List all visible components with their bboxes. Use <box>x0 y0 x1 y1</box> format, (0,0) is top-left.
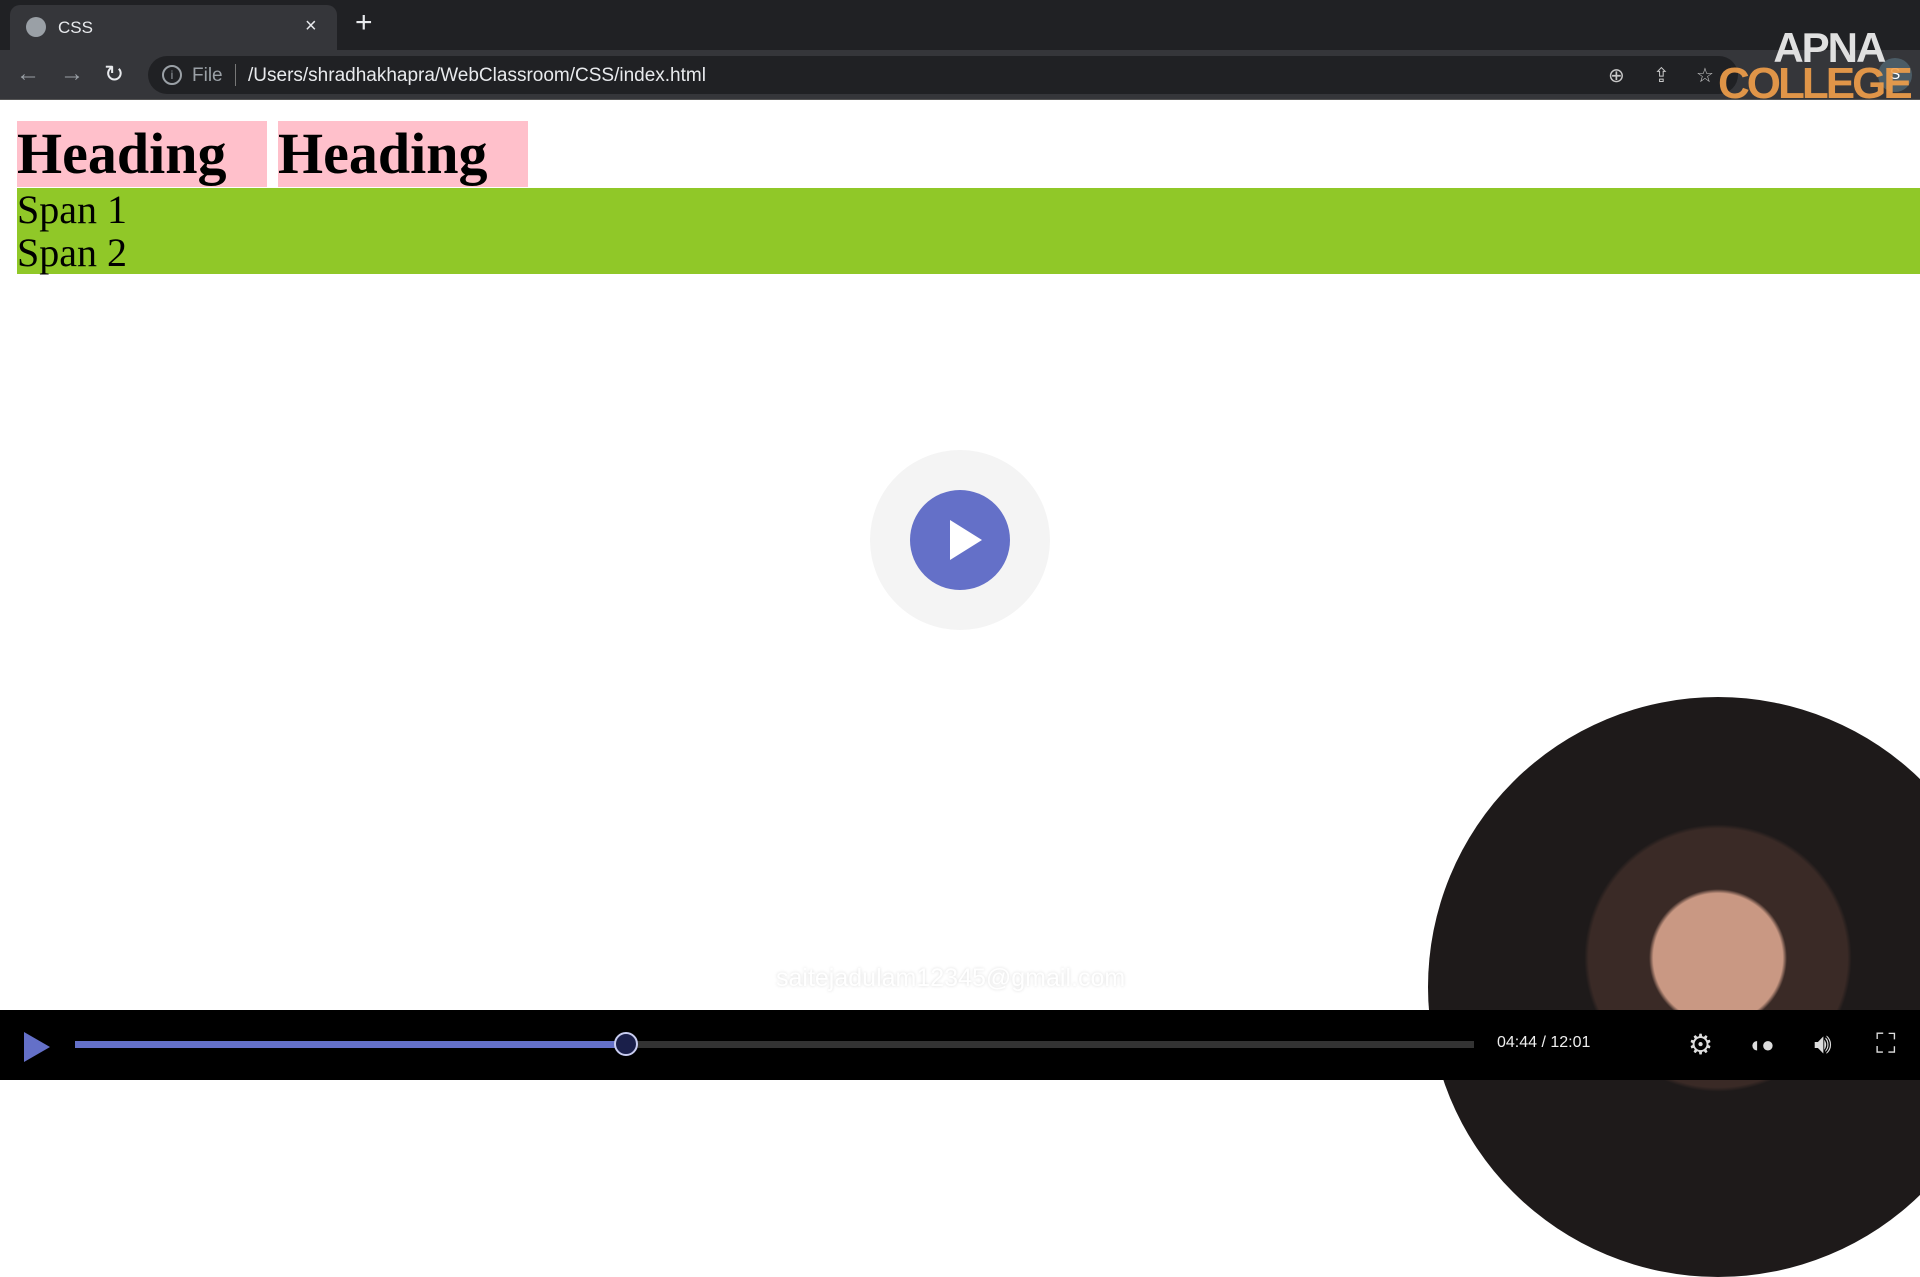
zoom-icon[interactable]: ⊕ <box>1608 63 1625 88</box>
info-icon[interactable]: i <box>162 65 182 85</box>
reload-icon[interactable]: ↻ <box>104 60 124 89</box>
address-bar[interactable]: i File /Users/shradhakhapra/WebClassroom… <box>148 56 1738 94</box>
volume-icon[interactable]: 🔊︎ <box>1814 1028 1832 1061</box>
video-controls: 04:44 / 12:01 ⚙ ◖● 🔊︎ ⛶ <box>0 1010 1920 1080</box>
divider <box>235 64 236 86</box>
globe-icon <box>26 17 46 37</box>
new-tab-button[interactable]: + <box>355 8 373 38</box>
big-play-button[interactable] <box>910 490 1010 590</box>
play-icon[interactable] <box>24 1032 50 1062</box>
progress-handle[interactable] <box>614 1032 639 1056</box>
url-text[interactable]: /Users/shradhakhapra/WebClassroom/CSS/in… <box>248 65 706 87</box>
span-1: Span 1 <box>17 187 127 232</box>
span-2: Span 2 <box>17 230 127 275</box>
back-icon[interactable]: ← <box>16 60 40 88</box>
share-icon[interactable]: ⇪ <box>1653 63 1670 88</box>
star-icon[interactable]: ☆ <box>1696 63 1714 88</box>
heading-2: Heading 2 <box>278 121 528 252</box>
time-display: 04:44 / 12:01 <box>1497 1034 1591 1051</box>
settings-icon[interactable]: ⚙ <box>1688 1028 1713 1061</box>
forward-icon[interactable]: → <box>60 60 84 88</box>
tab-css[interactable]: CSS × <box>10 5 337 50</box>
progress-fill <box>75 1041 627 1048</box>
play-overlay <box>870 450 1050 630</box>
presenter-webcam <box>1428 697 1920 1277</box>
browser-toolbar: ← → ↻ i File /Users/shradhakhapra/WebCla… <box>0 50 1920 100</box>
apna-college-logo: APNA COLLEGE <box>1718 27 1913 108</box>
close-tab-icon[interactable]: × <box>305 15 317 38</box>
tab-title: CSS <box>58 18 93 37</box>
heading-1: Heading 1 <box>17 121 267 252</box>
exit-fullscreen-icon[interactable]: ⛶ <box>1876 1028 1896 1061</box>
file-label: File <box>192 65 223 86</box>
progress-bar[interactable] <box>75 1032 1474 1056</box>
tab-bar: CSS × + <box>0 0 1920 50</box>
logo-line2: COLLEGE <box>1718 59 1913 108</box>
span-block: Span 1 Span 2 <box>17 188 1920 274</box>
speed-toggle-icon[interactable]: ◖● <box>1748 1032 1775 1058</box>
watermark: saitejadulam12345@gmail.com <box>776 964 1126 992</box>
